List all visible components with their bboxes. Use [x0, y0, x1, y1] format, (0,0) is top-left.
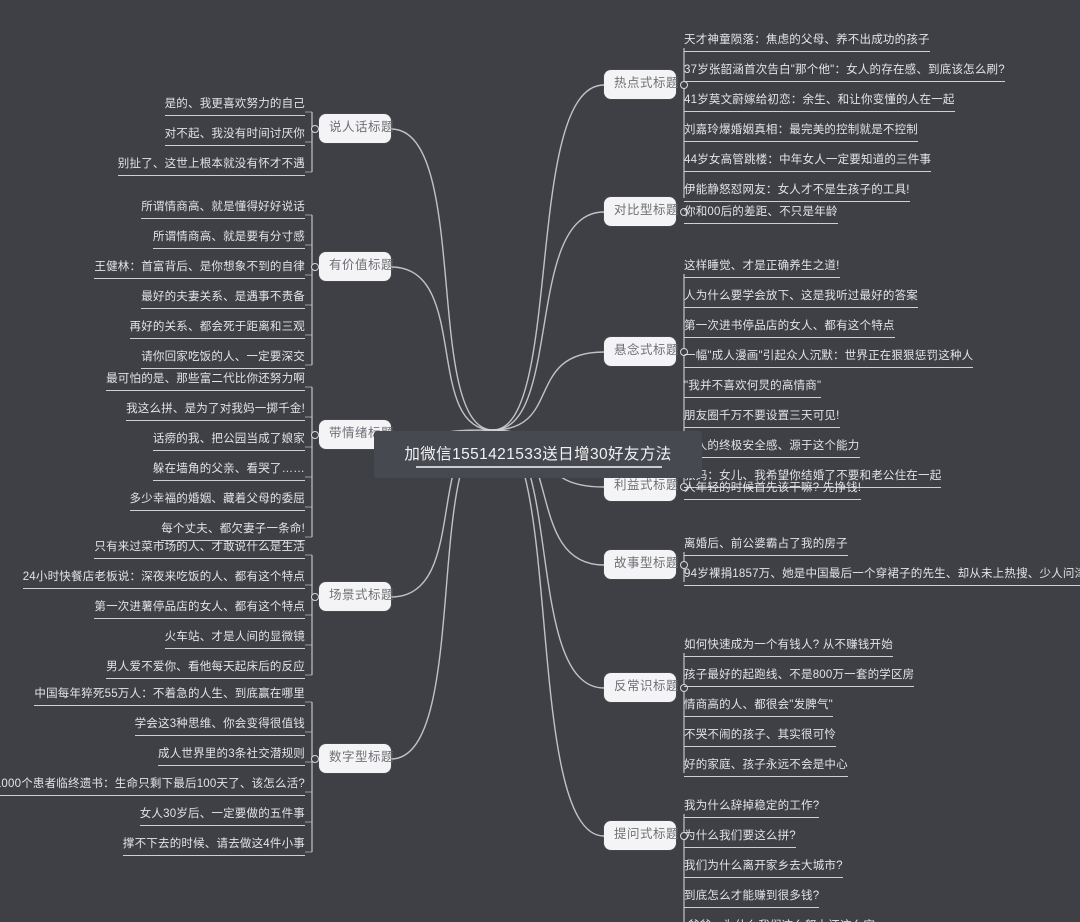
leaf-item[interactable]: 24小时快餐店老板说：深夜来吃饭的人、都有这个特点	[22, 570, 305, 589]
mindmap-canvas: 热点式标题 对比型标题 悬念式标题 利益式标题 故事型标题 反常识标题 提问式标…	[0, 0, 1080, 922]
leaf-item[interactable]: 人年轻的时候首先该干嘛? 先挣钱!	[684, 481, 862, 500]
leaf-item[interactable]: 一幅"成人漫画"引起众人沉默：世界正在狠狠惩罚这种人	[684, 349, 974, 368]
leaf-item[interactable]: 男人爱不爱你、看他每天起床后的反应	[106, 660, 305, 679]
branch-dot-hotspot	[680, 81, 688, 89]
leaf-item[interactable]: "我并不喜欢何炅的高情商"	[684, 379, 822, 398]
leaf-item[interactable]: 学会这3种思维、你会变得很值钱	[134, 717, 305, 736]
leaf-item[interactable]: 41岁莫文蔚嫁给初恋：余生、和让你变懂的人在一起	[684, 93, 955, 112]
branch-node-hotspot[interactable]: 热点式标题	[604, 70, 680, 99]
leaf-item[interactable]: 好的家庭、孩子永远不会是中心	[684, 758, 848, 777]
leaf-item[interactable]: 朋友圈千万不要设置三天可见!	[684, 409, 840, 428]
leaf-item[interactable]: 我这么拼、是为了对我妈一掷千金!	[126, 402, 305, 421]
leaf-item[interactable]: 1000个患者临终遗书：生命只剩下最后100天了、该怎么活?	[0, 777, 305, 796]
branch-dot-numeric	[311, 755, 319, 763]
branch-node-suspense[interactable]: 悬念式标题	[604, 337, 680, 366]
leaf-item[interactable]: 女人30岁后、一定要做的五件事	[139, 807, 305, 826]
branch-node-numeric[interactable]: 数字型标题	[319, 744, 395, 773]
leaf-item[interactable]: 离婚后、前公婆霸占了我的房子	[684, 537, 848, 556]
leaf-item[interactable]: 你和00后的差距、不只是年龄	[684, 205, 838, 224]
leaf-item[interactable]: 孩子最好的起跑线、不是800万一套的学区房	[684, 668, 915, 687]
leaf-item[interactable]: 我为什么辞掉稳定的工作?	[684, 799, 820, 818]
branch-dot-plainspeak	[311, 125, 319, 133]
leaf-item[interactable]: 94岁裸捐1857万、她是中国最后一个穿裙子的先生、却从未上热搜、少人问津...	[684, 567, 1080, 586]
leaf-item[interactable]: 撑不下去的时候、请去做这4件小事	[122, 837, 305, 856]
branch-node-counterintuitive[interactable]: 反常识标题	[604, 673, 680, 702]
leaf-item[interactable]: 中国每年猝死55万人：不着急的人生、到底赢在哪里	[34, 687, 305, 706]
watermark-text: 加微信1551421533送日增30好友方法	[404, 446, 672, 463]
leaf-item[interactable]: 对不起、我没有时间讨厌你	[164, 127, 305, 146]
leaf-item[interactable]: 为什么我们要这么拼?	[684, 829, 796, 848]
leaf-item[interactable]: 多少幸福的婚姻、藏着父母的委屈	[129, 492, 305, 511]
leaf-item[interactable]: 最可怕的是、那些富二代比你还努力啊	[106, 372, 305, 391]
watermark-underline	[416, 466, 662, 468]
leaf-item[interactable]: 最好的夫妻关系、是遇事不责备	[141, 290, 305, 309]
leaf-item[interactable]: 情商高的人、都很会"发脾气"	[684, 698, 833, 717]
branch-node-label: 提问式标题	[614, 827, 680, 841]
branch-node-label: 对比型标题	[614, 203, 680, 217]
branch-dot-scenario	[311, 593, 319, 601]
leaf-item[interactable]: 44岁女高管跳楼：中年女人一定要知道的三件事	[684, 153, 932, 172]
leaf-item[interactable]: 刘嘉玲爆婚姻真相：最完美的控制就是不控制	[684, 123, 918, 142]
branch-node-plainspeak[interactable]: 说人话标题	[319, 114, 395, 143]
branch-node-label: 反常识标题	[614, 679, 680, 693]
branch-node-label: 利益式标题	[614, 478, 680, 492]
branch-node-label: 有价值标题	[329, 258, 395, 272]
branch-node-story[interactable]: 故事型标题	[604, 550, 680, 579]
leaf-item[interactable]: 如何快速成为一个有钱人? 从不赚钱开始	[684, 638, 893, 657]
leaf-item[interactable]: 到底怎么才能赚到很多钱?	[684, 889, 820, 908]
branch-node-scenario[interactable]: 场景式标题	[319, 582, 395, 611]
leaf-item[interactable]: 所谓情商高、就是要有分寸感	[152, 230, 305, 249]
leaf-item[interactable]: 所谓情商高、就是懂得好好说话	[141, 200, 305, 219]
leaf-item[interactable]: 人为什么要学会放下、这是我听过最好的答案	[684, 289, 918, 308]
leaf-item[interactable]: 成人世界里的3条社交潜规则	[158, 747, 305, 766]
branch-node-contrast[interactable]: 对比型标题	[604, 197, 680, 226]
leaf-item[interactable]: 第一次进薯停品店的女人、都有这个特点	[94, 600, 305, 619]
leaf-item[interactable]: 女人的终极安全感、源于这个能力	[684, 439, 860, 458]
branch-node-valuable[interactable]: 有价值标题	[319, 252, 395, 281]
leaf-item[interactable]: 不哭不闹的孩子、其实很可怜	[684, 728, 837, 747]
branch-node-label: 热点式标题	[614, 76, 680, 90]
leaf-item[interactable]: 只有来过菜市场的人、才敢说什么是生活	[94, 540, 305, 559]
branch-node-label: 数字型标题	[329, 750, 395, 764]
leaf-item[interactable]: 37岁张韶涵首次告白"那个他"：女人的存在感、到底该怎么刷?	[684, 63, 1005, 82]
branch-node-label: 说人话标题	[329, 120, 395, 134]
branch-node-label: 场景式标题	[329, 588, 395, 602]
leaf-item[interactable]: 每个丈夫、都欠妻子一条命!	[161, 522, 305, 541]
leaf-item[interactable]: 是的、我更喜欢努力的自己	[164, 97, 305, 116]
leaf-item[interactable]: 这样睡觉、才是正确养生之道!	[684, 259, 840, 278]
leaf-item[interactable]: 躲在墙角的父亲、看哭了……	[152, 462, 305, 481]
leaf-item[interactable]: 话痨的我、把公园当成了娘家	[152, 432, 305, 451]
leaf-item[interactable]: 别扯了、这世上根本就没有怀才不遇	[117, 157, 305, 176]
branch-dot-valuable	[311, 263, 319, 271]
leaf-item[interactable]: 王健林：首富背后、是你想象不到的自律	[94, 260, 305, 279]
branch-node-label: 故事型标题	[614, 556, 680, 570]
branch-node-label: 悬念式标题	[614, 343, 680, 357]
leaf-item[interactable]: 请你回家吃饭的人、一定要深交	[141, 350, 305, 369]
leaf-item[interactable]: 天才神童陨落：焦虑的父母、养不出成功的孩子	[684, 33, 930, 52]
leaf-item[interactable]: 火车站、才是人间的显微镜	[164, 630, 305, 649]
leaf-item[interactable]: 第一次进书停品店的女人、都有这个特点	[684, 319, 895, 338]
branch-dot-emotional	[311, 431, 319, 439]
leaf-item[interactable]: 我们为什么离开家乡去大城市?	[684, 859, 843, 878]
leaf-item[interactable]: 再好的关系、都会死于距离和三观	[129, 320, 305, 339]
branch-node-question[interactable]: 提问式标题	[604, 821, 680, 850]
leaf-item[interactable]: 伊能静怒怼网友：女人才不是生孩子的工具!	[684, 183, 910, 202]
